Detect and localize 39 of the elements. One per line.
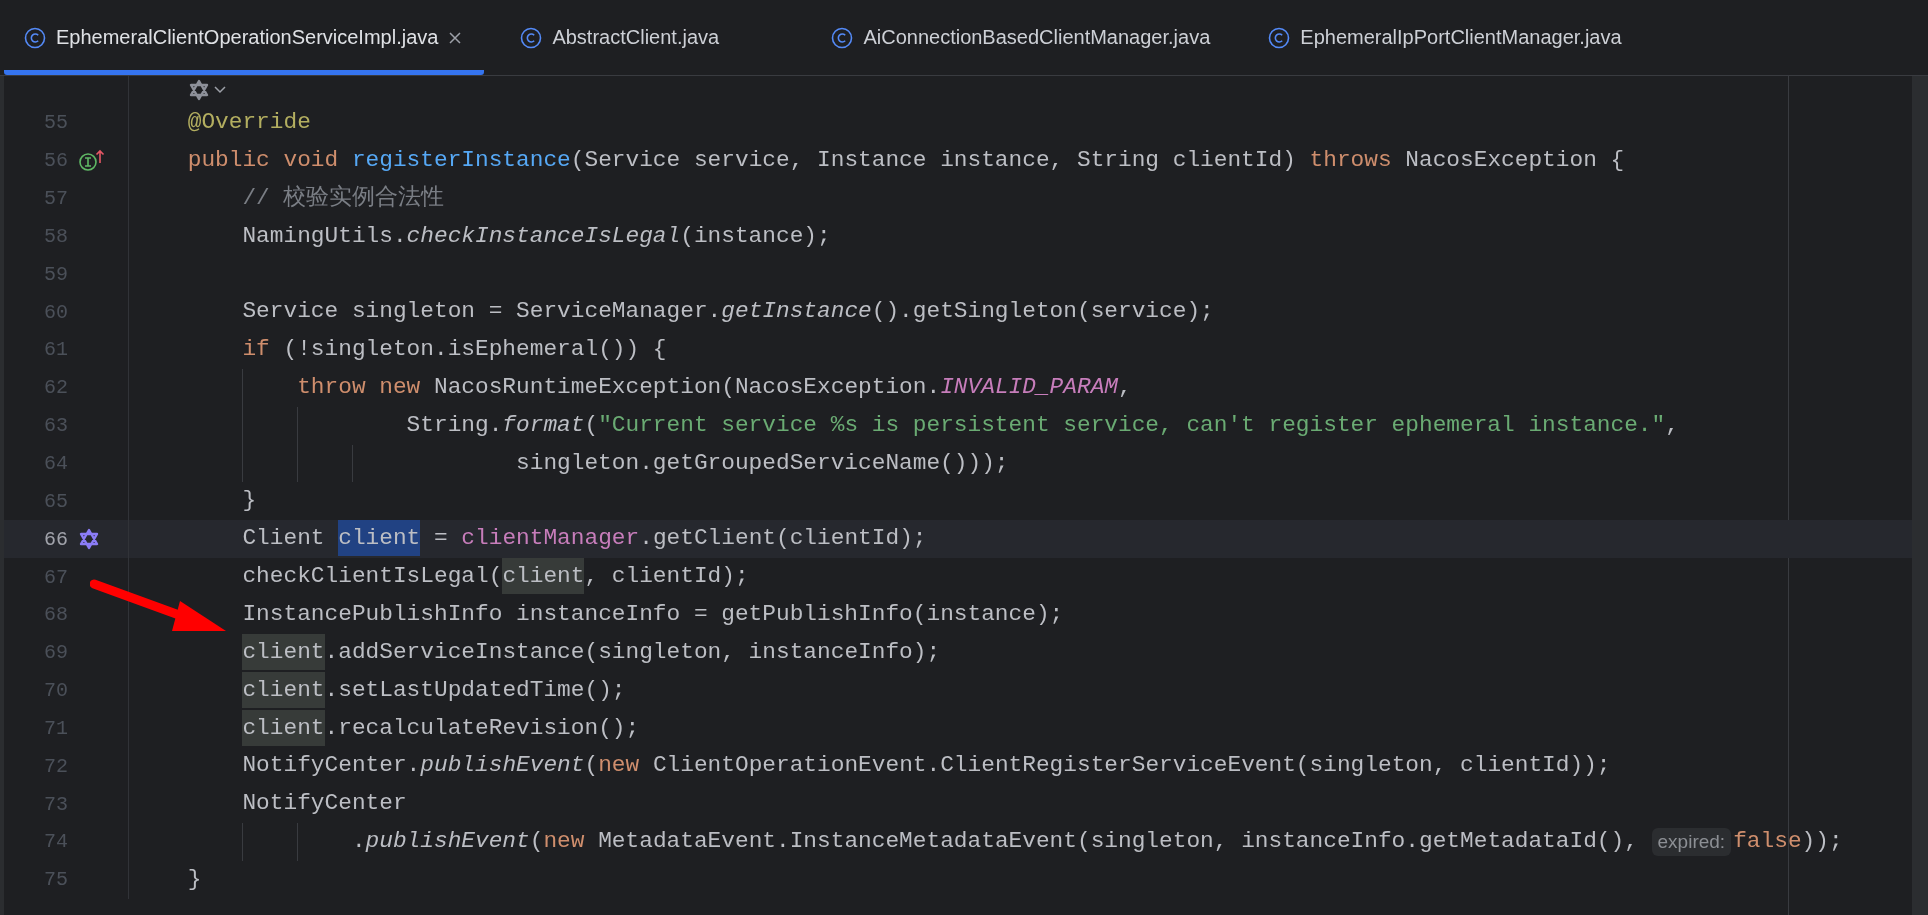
code-text: @Override: [187, 108, 311, 137]
code-text: if (!singleton.isEphemeral()) {: [242, 335, 667, 365]
editor-tab[interactable]: EphemeralClientOperationServiceImpl.java: [4, 0, 485, 75]
tab-label: AbstractClient.java: [552, 26, 720, 49]
code-text: Service singleton = ServiceManager.getInstance().getSingleton(service);: [242, 297, 1214, 327]
class-icon: [520, 26, 543, 49]
code-text: Client client = clientManager.getClient(clientId);: [242, 520, 927, 559]
scrollbar-track[interactable]: [1912, 76, 1928, 915]
chevron-down-icon[interactable]: [213, 86, 226, 94]
code-text: throw new NacosRuntimeException(NacosException.INVALID_PARAM,: [297, 372, 1132, 402]
code-text: singleton.getGroupedServiceName()));: [516, 448, 1009, 478]
code-text: NotifyCenter: [242, 789, 407, 819]
editor-tab[interactable]: AbstractClient.java: [500, 0, 796, 75]
class-icon: [1268, 26, 1291, 49]
tab-label: EphemeralIpPortClientManager.java: [1300, 26, 1622, 49]
code-text: }: [187, 864, 202, 894]
code-text: NamingUtils.checkInstanceIsLegal(instance);: [242, 221, 831, 251]
class-icon: [831, 26, 854, 49]
line-number: 66: [43, 527, 68, 551]
close-icon[interactable]: [448, 30, 463, 45]
parameter-hint: expired:: [1651, 827, 1732, 856]
code-text: NotifyCenter.publishEvent(new ClientOperationEvent.ClientRegisterServiceEvent(singleton, clientId));: [242, 751, 1611, 781]
code-text: client.setLastUpdatedTime();: [242, 671, 626, 710]
code-text: client.addServiceInstance(singleton, instanceInfo);: [242, 633, 941, 672]
class-icon: [24, 26, 46, 49]
tab-label: EphemeralClientOperationServiceImpl.java: [56, 26, 439, 49]
code-text: }: [242, 486, 257, 516]
code-text: .publishEvent(new MetadataEvent.InstanceMetadataEvent(singleton, instanceInfo.getMetadataId(),: [351, 827, 1639, 857]
code-text: InstancePublishInfo instanceInfo = getPublishInfo(instance);: [242, 599, 1064, 629]
code-text: client.recalculateRevision();: [242, 709, 640, 748]
code-text: false));: [1733, 827, 1843, 857]
implements-icon: [78, 148, 106, 173]
tab-label: AiConnectionBasedClientManager.java: [863, 26, 1211, 49]
code-text: public void registerInstance(Service service, Instance instance, String clientId) throws NacosException {: [187, 145, 1625, 175]
editor-tab[interactable]: AiConnectionBasedClientManager.java: [811, 0, 1233, 75]
code-text: // 校验实例合法性: [242, 183, 445, 213]
code-text: String.format("Current service %s is persistent service, can't register ephemeral instance.",: [406, 410, 1679, 440]
code-text: checkClientIsLegal(client, clientId);: [242, 558, 749, 596]
editor-tab[interactable]: EphemeralIpPortClientManager.java: [1248, 0, 1644, 75]
